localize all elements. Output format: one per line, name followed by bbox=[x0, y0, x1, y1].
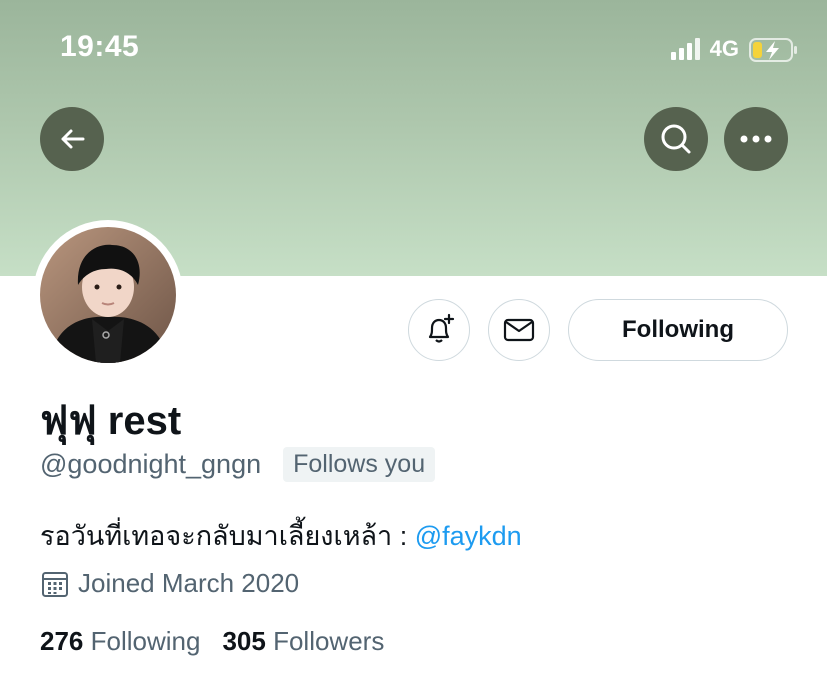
back-button[interactable] bbox=[40, 107, 104, 171]
network-type: 4G bbox=[709, 36, 739, 61]
user-handle: @goodnight_gngn bbox=[40, 449, 262, 479]
followers-stat[interactable]: 305 Followers bbox=[222, 626, 384, 657]
followers-label: Followers bbox=[273, 626, 385, 656]
display-name: ฟุฟุ rest bbox=[40, 399, 182, 443]
message-button[interactable] bbox=[488, 299, 550, 361]
bell-plus-icon bbox=[428, 313, 455, 343]
back-arrow-icon bbox=[61, 129, 85, 149]
avatar[interactable] bbox=[33, 220, 183, 370]
profile-bio: รอวันที่เทอจะกลับมาเลี้ยงเหล้า : @faykdn bbox=[40, 514, 522, 557]
signal-icon bbox=[670, 38, 700, 60]
avatar-image bbox=[40, 227, 176, 363]
status-time: 19:45 bbox=[60, 30, 140, 63]
calendar-icon bbox=[42, 571, 68, 597]
notify-button[interactable] bbox=[408, 299, 470, 361]
following-label: Following bbox=[90, 626, 201, 656]
battery-icon bbox=[749, 38, 797, 62]
follow-stats: 276 Following 305 Followers bbox=[40, 626, 384, 657]
followers-count: 305 bbox=[222, 626, 266, 656]
following-button[interactable]: Following bbox=[568, 299, 788, 361]
follows-you-badge: Follows you bbox=[283, 447, 436, 482]
following-stat[interactable]: 276 Following bbox=[40, 626, 200, 657]
joined-text: Joined March 2020 bbox=[78, 568, 300, 598]
profile-page: 19:45 4G Following ฟุฟุ rest @goodnight_… bbox=[0, 0, 827, 698]
bio-text: รอวันที่เทอจะกลับมาเลี้ยงเหล้า : bbox=[40, 521, 415, 551]
status-indicators: 4G bbox=[670, 36, 797, 62]
more-button[interactable] bbox=[724, 107, 788, 171]
handle-row: @goodnight_gngn Follows you bbox=[40, 447, 436, 482]
more-dots-icon bbox=[740, 135, 772, 143]
search-icon bbox=[661, 124, 691, 154]
joined-date: Joined March 2020 bbox=[40, 568, 299, 599]
following-count: 276 bbox=[40, 626, 84, 656]
bio-mention-link[interactable]: @faykdn bbox=[415, 521, 522, 551]
search-button[interactable] bbox=[644, 107, 708, 171]
envelope-icon bbox=[503, 318, 535, 342]
